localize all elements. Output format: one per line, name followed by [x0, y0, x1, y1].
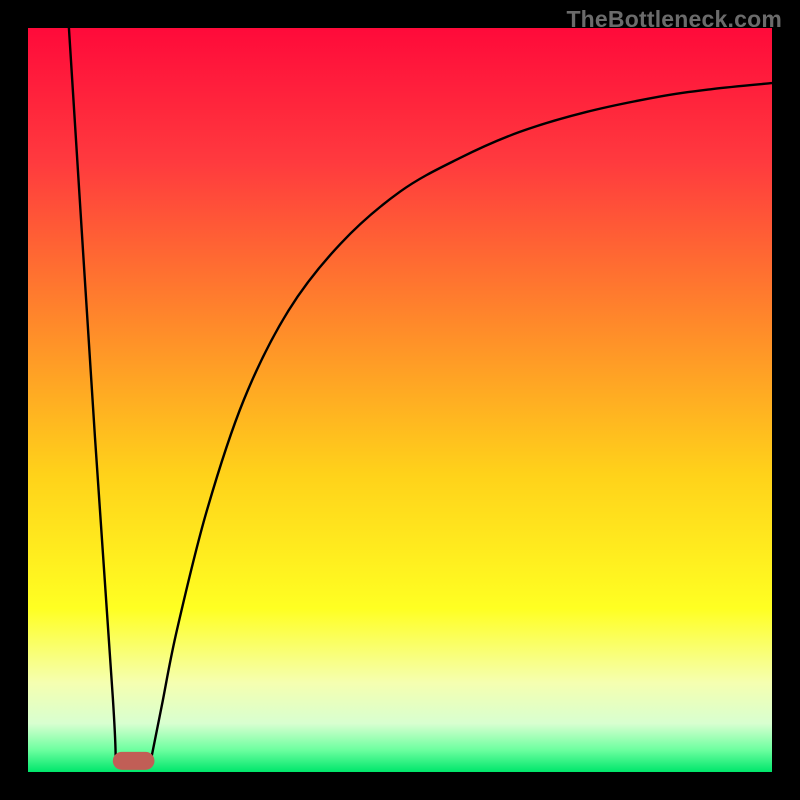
chart-stage: TheBottleneck.com: [0, 0, 800, 800]
watermark-text: TheBottleneck.com: [566, 6, 782, 33]
chart-svg: [0, 0, 800, 800]
chart-gradient-panel: [28, 28, 772, 772]
trough-marker: [113, 752, 155, 770]
